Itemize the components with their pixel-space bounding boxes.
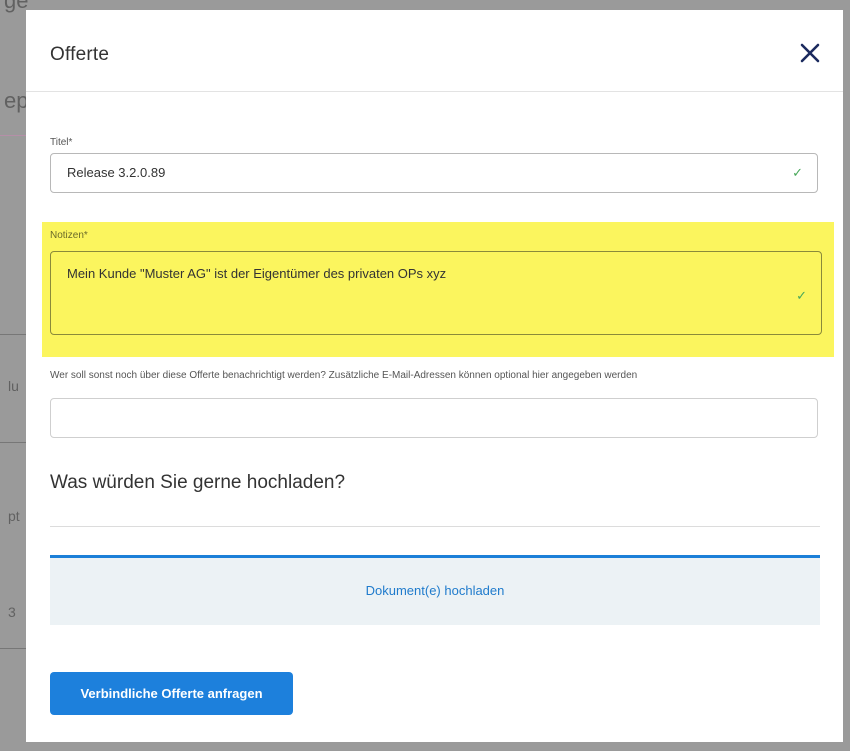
offer-dialog: Offerte Titel* Release 3.2.0.89 ✓ Notize… (26, 10, 843, 742)
email-field-label: Wer soll sonst noch über diese Offerte b… (50, 370, 638, 381)
email-input[interactable] (50, 398, 818, 438)
dialog-header: Offerte (26, 10, 843, 92)
background-divider (0, 334, 26, 335)
upload-documents-button[interactable]: Dokument(e) hochladen (50, 555, 820, 625)
background-divider (0, 648, 26, 649)
upload-heading: Was würden Sie gerne hochladen? (50, 472, 346, 493)
background-divider (0, 135, 26, 136)
title-input-value: Release 3.2.0.89 (67, 165, 166, 180)
checkmark-icon: ✓ (792, 165, 803, 180)
background-fragment: lu (8, 378, 19, 394)
title-field-label: Titel* (50, 137, 73, 148)
close-icon (800, 43, 820, 63)
background-fragment: 3 (8, 604, 16, 620)
background-fragment: ge (4, 0, 29, 13)
close-button[interactable] (797, 40, 823, 66)
notes-textarea-value: Mein Kunde "Muster AG" ist der Eigentüme… (67, 266, 447, 281)
notes-textarea[interactable]: Mein Kunde "Muster AG" ist der Eigentüme… (50, 251, 822, 335)
checkmark-icon: ✓ (796, 288, 807, 303)
dialog-title: Offerte (50, 44, 110, 65)
notes-field-label: Notizen* (50, 230, 88, 241)
request-offer-button[interactable]: Verbindliche Offerte anfragen (50, 672, 293, 715)
title-input[interactable]: Release 3.2.0.89 ✓ (50, 153, 818, 193)
background-fragment: pt (8, 508, 20, 524)
upload-divider (50, 526, 820, 527)
background-divider (0, 442, 26, 443)
background-fragment: ep (4, 88, 29, 113)
